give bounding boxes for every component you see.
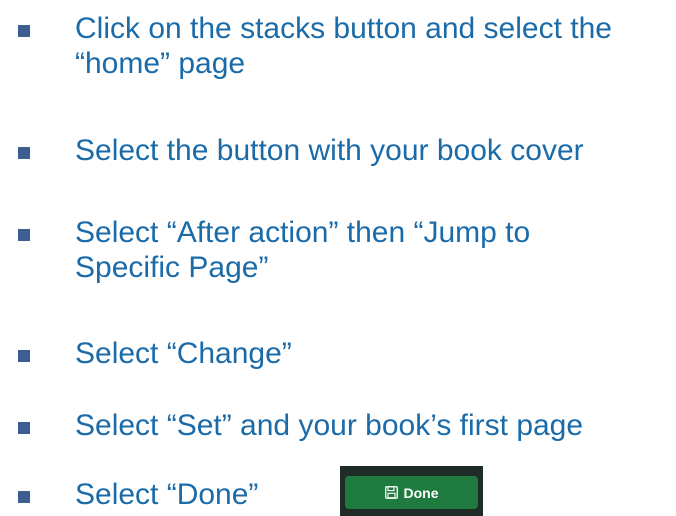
bullet-marker — [18, 147, 30, 159]
instruction-slide: Click on the stacks button and select th… — [0, 0, 676, 516]
instruction-text-line1: Click on the stacks button and select th… — [75, 12, 612, 45]
save-icon — [384, 486, 398, 499]
bullet-marker — [18, 491, 30, 503]
bullet-marker — [18, 229, 30, 241]
instruction-text-line1: Select “Change” — [75, 337, 292, 370]
done-button[interactable]: Done — [345, 476, 478, 509]
bullet-marker — [18, 350, 30, 362]
instruction-text-line1: Select the button with your book cover — [75, 134, 584, 167]
instruction-text-line1: Select “After action” then “Jump to — [75, 216, 531, 249]
instruction-text-line1: Select “Set” and your book’s first page — [75, 409, 584, 442]
instruction-text-line2: “home” page — [75, 47, 246, 80]
done-button-label: Done — [403, 484, 439, 501]
instruction-text-line2: Specific Page” — [75, 251, 269, 284]
bullet-marker — [18, 422, 30, 434]
done-button-screenshot: Done — [340, 466, 483, 516]
bullet-marker — [18, 25, 30, 37]
